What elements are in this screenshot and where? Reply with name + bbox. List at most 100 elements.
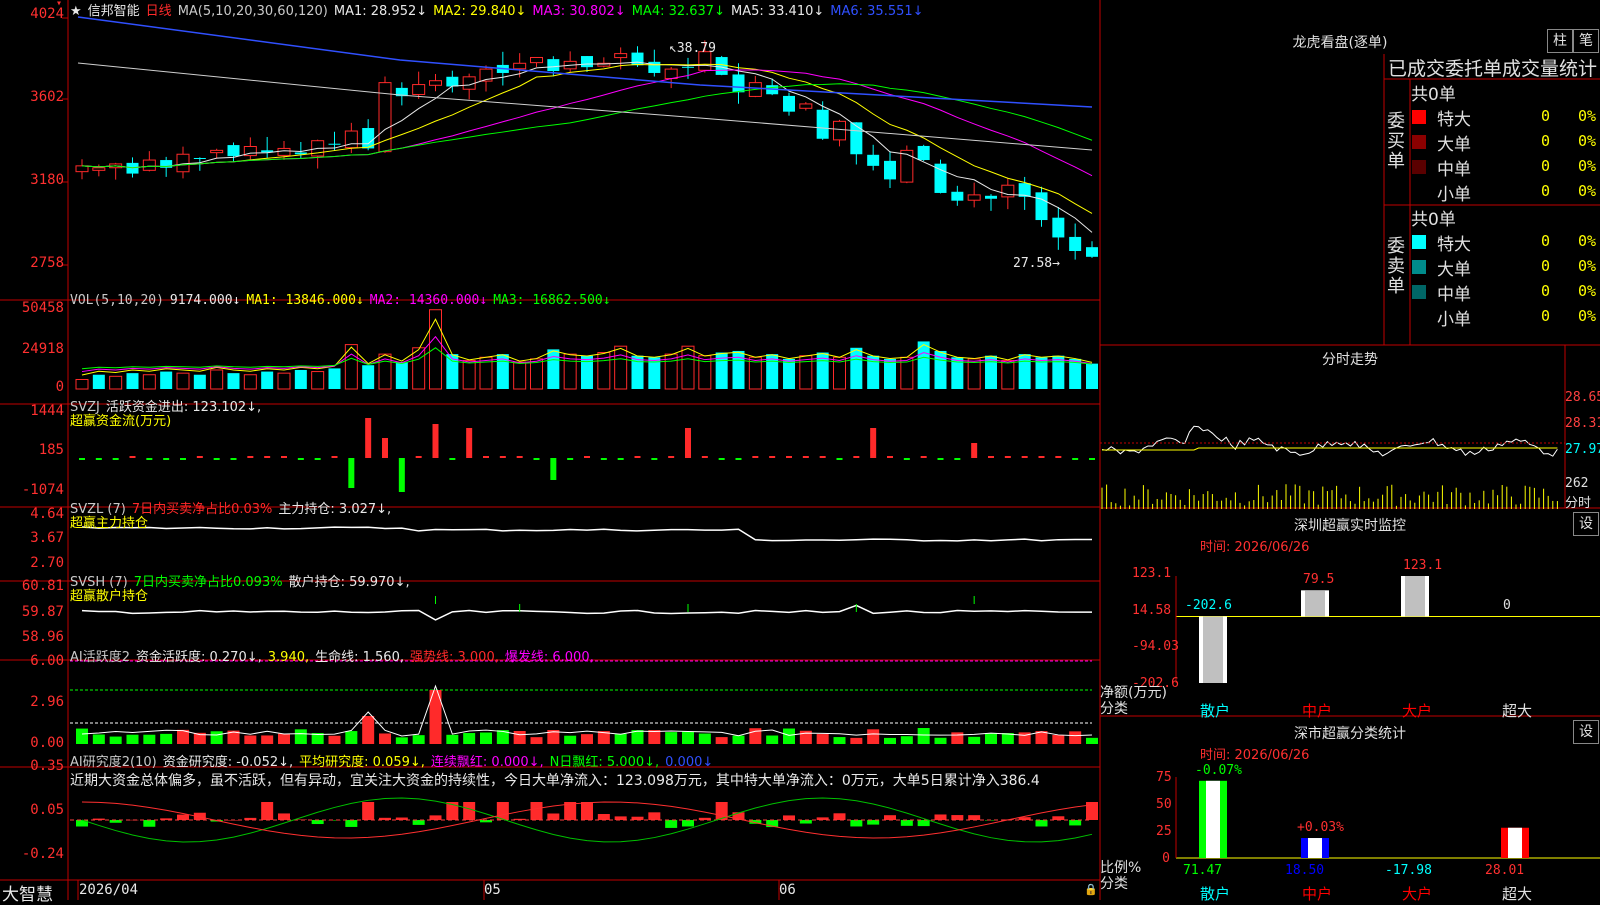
activity-bar xyxy=(278,733,290,744)
monitor-tick-2: 14.58 xyxy=(1132,603,1172,618)
low-price-value: 27.58 xyxy=(1013,256,1053,271)
stat-tick-1: 75 xyxy=(1156,770,1172,785)
candle-body xyxy=(867,154,880,166)
flow-bar xyxy=(954,458,961,460)
buy-row-count-1: 0 xyxy=(1540,132,1550,150)
intraday-price-line xyxy=(1101,425,1558,457)
candle-body xyxy=(142,159,156,171)
flow-bar xyxy=(1004,456,1011,458)
sell-row-label-3: 小单 xyxy=(1437,310,1471,330)
monitor-settings-button[interactable]: 设 xyxy=(1573,512,1599,536)
research-bar xyxy=(362,802,375,820)
research-bar xyxy=(783,815,795,820)
flow-bar xyxy=(786,456,792,458)
activity-bar xyxy=(985,733,997,744)
flow-bar xyxy=(853,456,860,458)
stat-xlabel: 分类 xyxy=(1100,876,1128,892)
svsh-tick-1: 60.81 xyxy=(21,578,64,594)
buy-row-count-0: 0 xyxy=(1540,107,1550,125)
sell-row-count-2: 0 xyxy=(1540,282,1550,300)
ai2-tick-3: -0.24 xyxy=(21,846,64,862)
flow-bar xyxy=(634,456,641,458)
flow-bar xyxy=(567,458,574,460)
stat-time: 时间: 2026/06/26 xyxy=(1200,748,1310,763)
lock-icon[interactable]: 🔒 xyxy=(1084,883,1098,896)
ai1-header: AI活跃度2 资金活跃度: 0.270↓, 3.940, 生命线: 1.560, 强势线… xyxy=(70,646,600,665)
vol-ma3: MA3: 16862.500↓ xyxy=(493,293,611,308)
activity-bar xyxy=(160,733,173,744)
volume-bar xyxy=(934,350,947,389)
vol-ma1: MA1: 13846.000↓ xyxy=(246,293,364,308)
flow-bar xyxy=(499,456,506,458)
volume-bar xyxy=(462,359,476,390)
research-bar xyxy=(850,820,863,827)
stat-settings-button[interactable]: 设 xyxy=(1573,720,1599,744)
period-label[interactable]: 日线 xyxy=(146,4,172,19)
stat-cat-3: 超大 xyxy=(1502,885,1533,903)
vol-ma2: MA2: 14360.000↓ xyxy=(369,293,488,308)
monitor-tick-3: -94.03 xyxy=(1132,639,1179,654)
activity-bar xyxy=(900,736,913,744)
candle-body xyxy=(614,53,628,59)
activity-bar xyxy=(92,734,105,744)
activity-bar xyxy=(126,734,139,744)
flow-bar xyxy=(870,428,877,458)
stat-cat-0: 散户 xyxy=(1200,885,1231,903)
buy-swatch-0 xyxy=(1412,110,1426,124)
research-bar xyxy=(597,814,610,820)
vol-tick-1: 50458 xyxy=(21,300,64,316)
flow-bar xyxy=(180,458,186,460)
flow-bar xyxy=(920,456,927,458)
research-bar xyxy=(1069,820,1082,826)
activity-bar xyxy=(395,737,408,744)
sell-row-pct-2: 0% xyxy=(1577,282,1596,300)
svzl-subtitle: 超赢主力持仓 xyxy=(70,516,149,531)
buy-row-pct-1: 0% xyxy=(1577,132,1596,150)
svzj-subtitle: 超赢资金流(万元) xyxy=(70,414,172,429)
research-bar xyxy=(951,815,964,820)
intraday-tick-1: 28.65 xyxy=(1565,390,1600,405)
monitor-cat-3: 超大 xyxy=(1502,702,1533,720)
research-bar xyxy=(496,802,509,820)
activity-bar xyxy=(513,730,526,744)
research-bar xyxy=(429,815,442,820)
volume-bar xyxy=(328,368,341,389)
activity-bar xyxy=(1052,734,1065,744)
volume-bar xyxy=(1001,359,1015,390)
volume-bar xyxy=(362,365,375,389)
volume-bar xyxy=(210,369,224,390)
date-axis-june: 06 xyxy=(779,882,796,898)
volume-bar xyxy=(277,372,291,390)
research-bar xyxy=(143,820,156,827)
stat-bar-inner-3 xyxy=(1508,827,1522,858)
candle-body xyxy=(732,74,745,93)
volume-bar xyxy=(783,358,795,389)
flow-bar xyxy=(735,458,742,460)
svzj-tick-3: -1074 xyxy=(21,482,64,498)
activity-bar xyxy=(463,733,476,744)
flow-bar xyxy=(264,456,271,458)
ai2-header: AI研究度2(10) 资金研究度: -0.052↓, 平均研究度: 0.059↓, 连… xyxy=(70,751,719,770)
activity-bar xyxy=(867,729,880,744)
sell-side-label: 委卖单 xyxy=(1387,236,1405,297)
candle-body xyxy=(581,56,593,68)
bar-mode-button[interactable]: 柱 xyxy=(1547,29,1573,53)
ma-value-5: MA5: 33.410↓ xyxy=(730,4,825,19)
flow-bar xyxy=(617,458,624,460)
date-axis-start: 2026/04 xyxy=(79,882,139,898)
buy-row-label-1: 大单 xyxy=(1437,135,1471,155)
activity-bar xyxy=(210,731,223,744)
favorite-star-icon[interactable]: ★ xyxy=(70,4,82,19)
buy-row-label-0: 特大 xyxy=(1437,110,1471,130)
volume-bar xyxy=(1052,355,1065,389)
stat-top-label-1: +0.03% xyxy=(1297,820,1344,836)
activity-bar xyxy=(732,735,745,744)
stock-name[interactable]: 信邦智能 xyxy=(88,4,140,19)
monitor-bar-inner-0 xyxy=(1203,616,1223,683)
candle-body xyxy=(75,165,89,173)
tick-mode-button[interactable]: 笔 xyxy=(1573,29,1599,53)
svzl-tick-3: 2.70 xyxy=(30,555,64,571)
buy-swatch-3 xyxy=(1412,185,1426,199)
ai2-extra: 0.000↓ xyxy=(665,755,714,770)
volume-bar xyxy=(261,371,274,389)
